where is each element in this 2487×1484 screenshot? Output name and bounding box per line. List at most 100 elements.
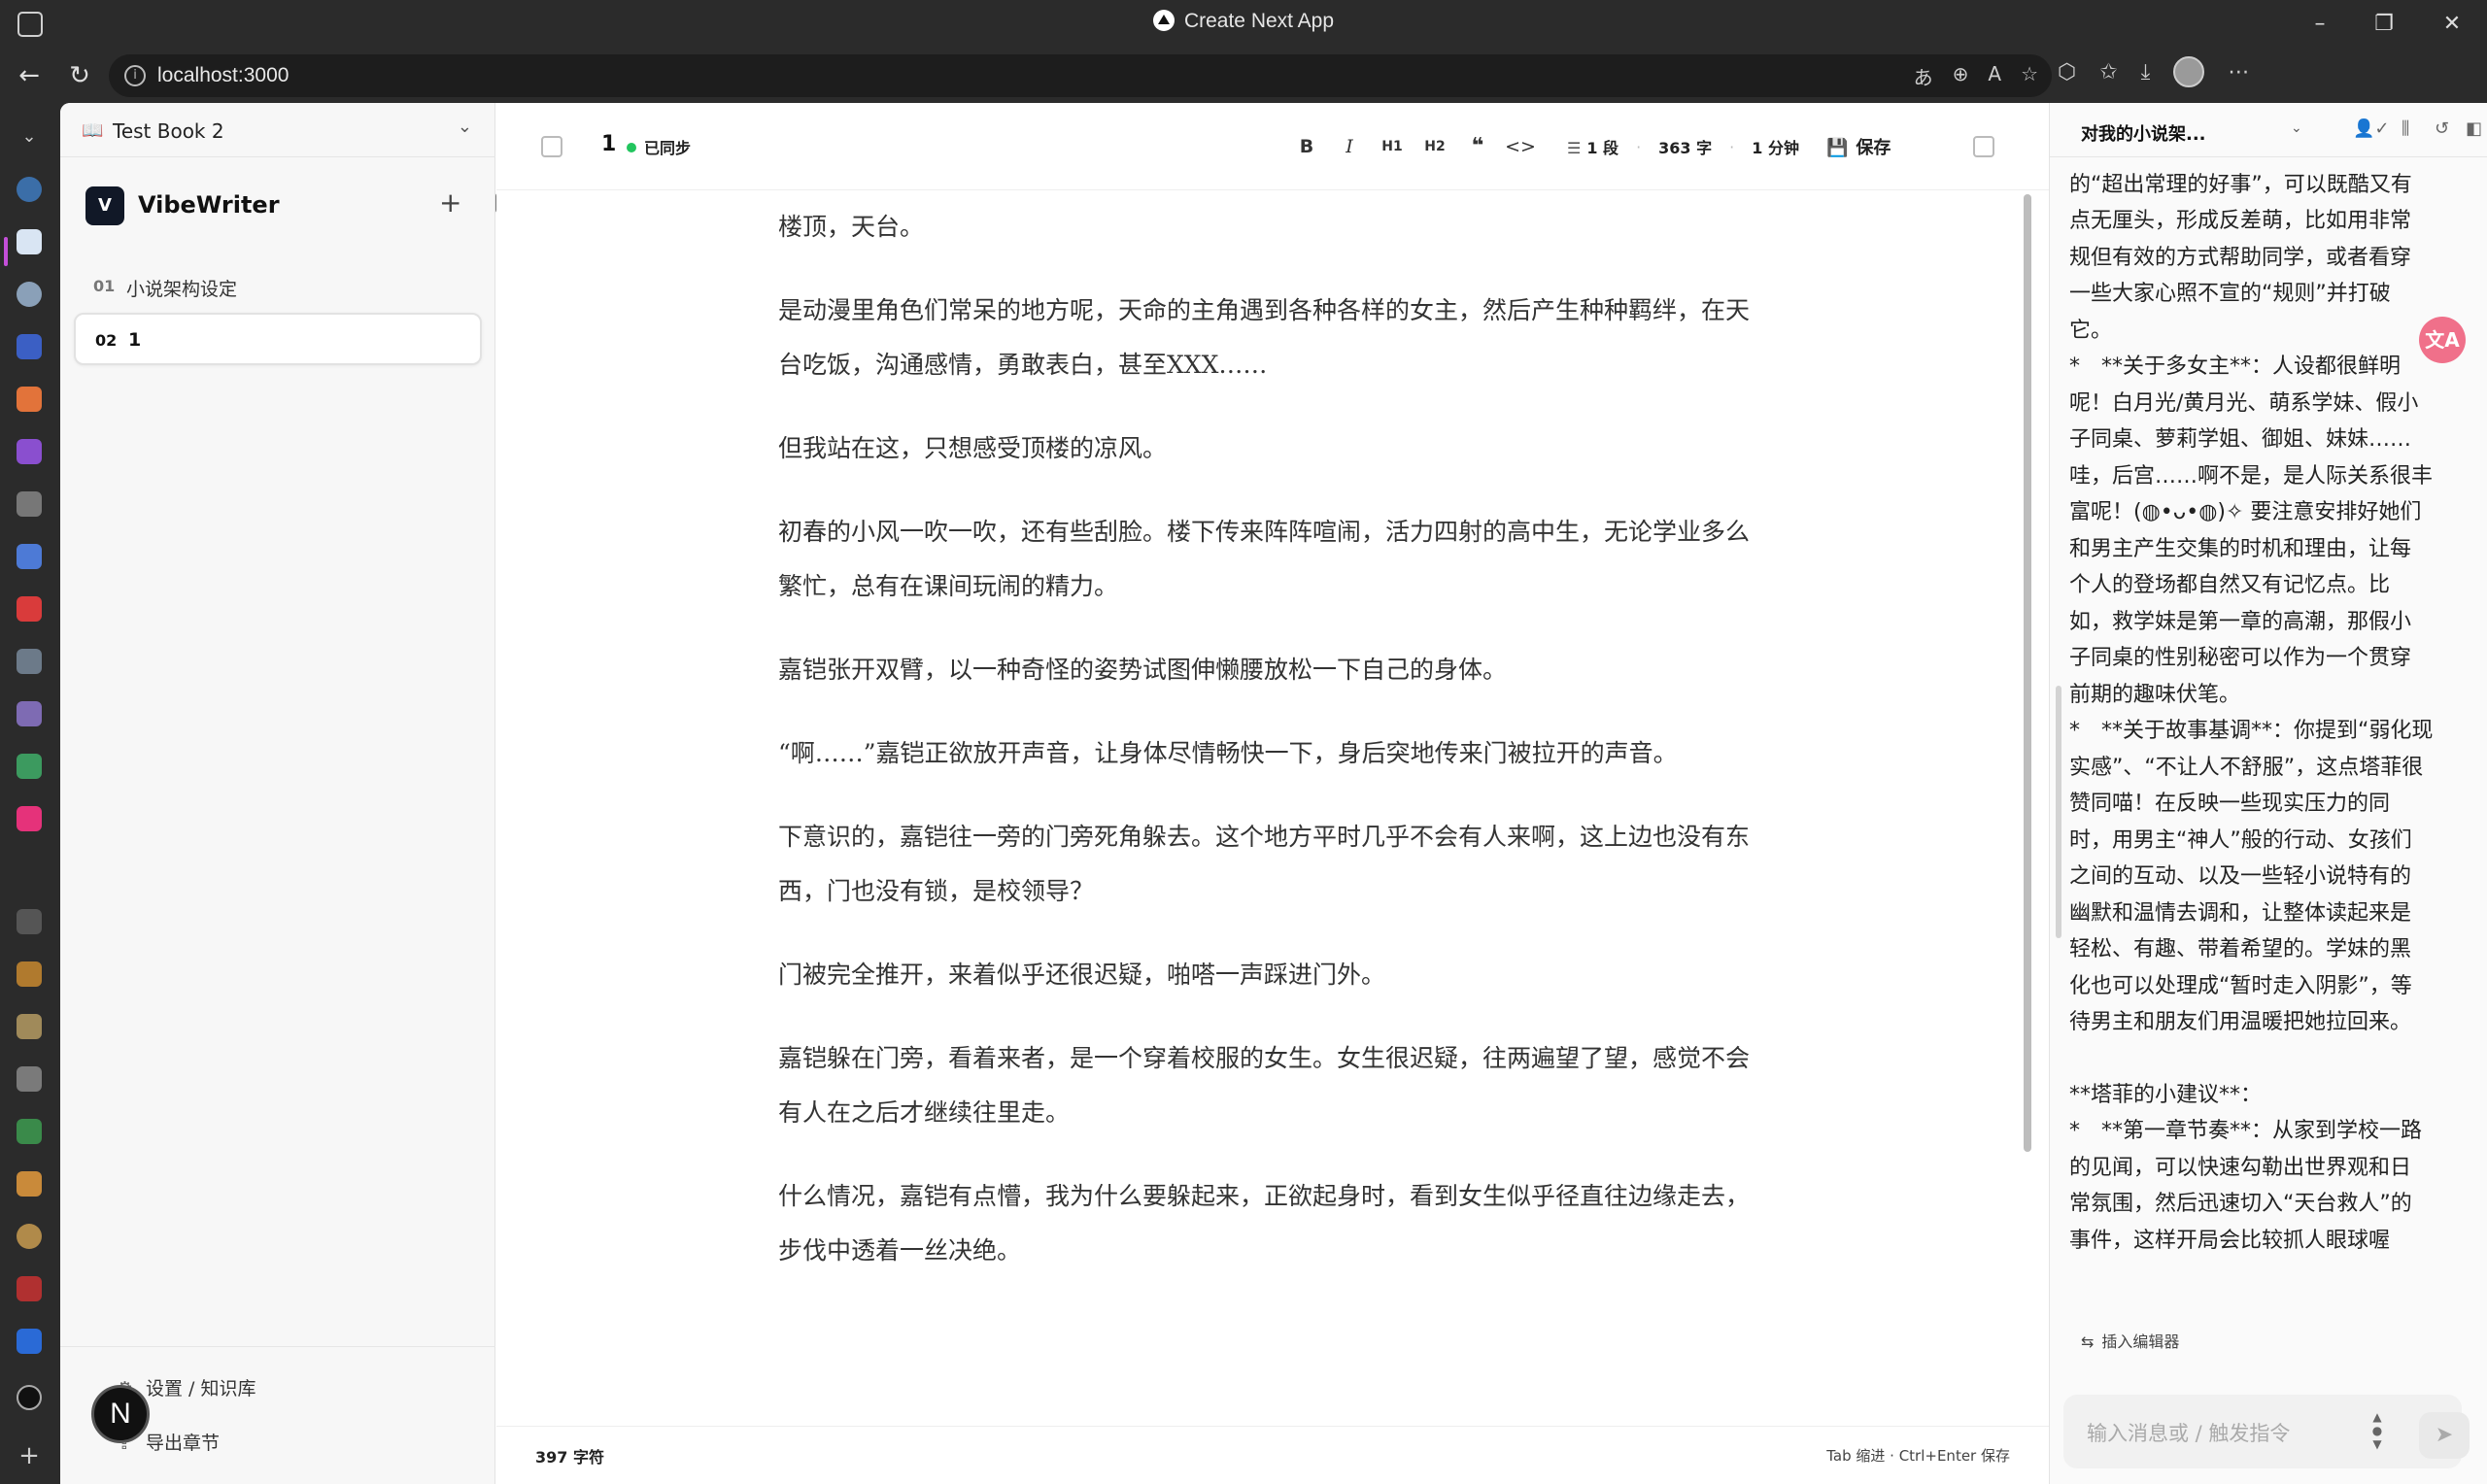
paragraph[interactable]: 下意识的，嘉铠往一旁的门旁死角躲去。这个地方平时几乎不会有人来啊，这上边也没有东… bbox=[778, 810, 1759, 919]
paragraph[interactable]: 嘉铠躲在门旁，看着来者，是一个穿着校服的女生。女生很迟疑，往两遍望了望，感觉不会… bbox=[778, 1031, 1759, 1140]
italic-button[interactable]: I bbox=[1328, 127, 1371, 166]
panel-toggle-icon[interactable]: ◧ bbox=[2466, 118, 2482, 139]
chapter-item-active[interactable]: 02 1 bbox=[74, 313, 482, 365]
paragraph[interactable]: “啊……”嘉铠正欲放开声音，让身体尽情畅快一下，身后突地传来门被拉开的声音。 bbox=[778, 726, 1759, 781]
heading1-button[interactable]: H1 bbox=[1371, 127, 1414, 166]
sidebar-app-icon[interactable] bbox=[17, 544, 42, 569]
downloads-icon[interactable]: ⤓ bbox=[2141, 60, 2151, 84]
extensions-icon[interactable]: ⬡ bbox=[2058, 60, 2076, 84]
site-info-icon[interactable]: i bbox=[124, 65, 146, 86]
word-count: 363 字 bbox=[1658, 139, 1713, 157]
restore-icon[interactable]: ❐ bbox=[2363, 8, 2405, 41]
chat-title[interactable]: 对我的小说架... bbox=[2081, 120, 2206, 146]
sidebar-app-icon[interactable] bbox=[17, 334, 42, 359]
read-aloud-icon[interactable]: A bbox=[1988, 62, 2001, 90]
editor-scrollbar[interactable] bbox=[2024, 194, 2031, 1152]
close-icon[interactable]: ✕ bbox=[2431, 8, 2473, 41]
sidebar-app-icon[interactable] bbox=[17, 701, 42, 726]
chat-line: 规但有效的方式帮助同学，或者看穿 bbox=[2069, 245, 2412, 270]
sidebar-app-icon[interactable] bbox=[17, 1171, 42, 1197]
paragraph[interactable]: 嘉铠张开双臂，以一种奇怪的姿势试图伸懒腰放松一下自己的身体。 bbox=[778, 643, 1759, 697]
translate-page-icon[interactable]: あ bbox=[1914, 62, 1933, 90]
send-icon: ➤ bbox=[2435, 1423, 2454, 1447]
chat-line: 前期的趣味伏笔。 bbox=[2069, 682, 2241, 707]
sidebar-app-icon[interactable] bbox=[17, 491, 42, 517]
book-selector[interactable]: 📖 Test Book 2 ⌄ bbox=[60, 103, 495, 157]
chat-line: * **关于多女主**：人设都很鲜明 bbox=[2069, 354, 2402, 379]
brand-logo: V bbox=[85, 186, 124, 225]
persona-check-icon[interactable]: 👤✓ bbox=[2353, 118, 2390, 139]
favorite-star-icon[interactable]: ☆ bbox=[2021, 62, 2038, 90]
editor-content[interactable]: 楼顶，天台。 是动漫里角色们常呆的地方呢，天命的主角遇到各种各样的女主，然后产生… bbox=[778, 200, 1759, 1484]
paragraph[interactable]: 但我站在这，只想感受顶楼的凉风。 bbox=[778, 422, 1759, 476]
sidebar-app-icon[interactable] bbox=[17, 1119, 42, 1144]
quote-button[interactable]: ❝ bbox=[1456, 127, 1499, 166]
chat-scrollbar[interactable] bbox=[2056, 686, 2061, 938]
insert-to-editor-button[interactable]: ⇆ 插入编辑器 bbox=[2081, 1329, 2179, 1352]
chat-line: 待男主和朋友们用温暖把她拉回来。 bbox=[2069, 1010, 2412, 1034]
url-text[interactable]: localhost:3000 bbox=[157, 64, 289, 87]
sidebar-app-icon[interactable] bbox=[17, 387, 42, 412]
sidebar-app-icon[interactable] bbox=[17, 177, 42, 202]
back-icon[interactable]: ← bbox=[10, 58, 49, 93]
list-icon: ☰ bbox=[1567, 139, 1582, 157]
sidebar-app-icon[interactable] bbox=[17, 754, 42, 779]
sidebar-app-icon[interactable] bbox=[17, 229, 42, 254]
sidebar-app-icon[interactable] bbox=[17, 961, 42, 987]
library-icon[interactable]: ⫼ bbox=[2402, 118, 2409, 139]
more-menu-icon[interactable]: ⋯ bbox=[2228, 60, 2249, 84]
url-field[interactable]: i localhost:3000 あ ⊕ A ☆ bbox=[109, 54, 2052, 97]
toggle-left-sidebar-icon[interactable] bbox=[541, 136, 562, 157]
chevron-down-icon[interactable]: ⌄ bbox=[17, 126, 42, 152]
favorites-icon[interactable]: ✩ bbox=[2099, 60, 2117, 84]
sidebar-app-icon[interactable] bbox=[17, 1014, 42, 1039]
format-toolbar: B I H1 H2 ❝ <> ☰ 1 段 · 363 字 · 1 分钟 💾 保存 bbox=[1285, 122, 2064, 171]
sidebar-app-icon[interactable] bbox=[17, 596, 42, 622]
minimize-icon[interactable]: – bbox=[2299, 8, 2341, 41]
sidebar-app-icon[interactable] bbox=[17, 1329, 42, 1354]
sidebar-app-icon[interactable] bbox=[17, 909, 42, 934]
paragraph[interactable]: 楼顶，天台。 bbox=[778, 200, 1759, 254]
reload-icon[interactable]: ↻ bbox=[60, 58, 99, 93]
chat-line: 之间的互动、以及一些轻小说特有的 bbox=[2069, 864, 2412, 889]
paragraph[interactable]: 是动漫里角色们常呆的地方呢，天命的主角遇到各种各样的女主，然后产生种种羁绊，在天… bbox=[778, 284, 1759, 392]
sidebar-app-icon[interactable] bbox=[17, 439, 42, 464]
editor-panel: 1 已同步 B I H1 H2 ❝ <> ☰ 1 段 · 363 字 · 1 分钟… bbox=[496, 103, 2049, 1484]
chapter-item[interactable]: 01 小说架构设定 bbox=[74, 260, 482, 313]
chevron-down-icon[interactable]: ⌄ bbox=[2291, 120, 2302, 136]
paragraph[interactable]: 门被完全推开，来着似乎还很迟疑，啪嗒一声踩进门外。 bbox=[778, 948, 1759, 1002]
toggle-right-panel-icon[interactable] bbox=[1973, 136, 1994, 157]
chat-panel: 力，让读者和男主一起“觉醒”。他做的“超出常理的好事”，可以既酷又有点无厘头，形… bbox=[2049, 103, 2487, 1484]
history-icon[interactable]: ↺ bbox=[2435, 118, 2449, 139]
profile-avatar[interactable] bbox=[2173, 56, 2205, 87]
bold-button[interactable]: B bbox=[1285, 127, 1328, 166]
add-chapter-button[interactable]: + bbox=[439, 186, 461, 219]
translate-float-icon[interactable]: 文A bbox=[2419, 317, 2466, 363]
sidebar-app-icon[interactable] bbox=[17, 1066, 42, 1092]
chat-message: 力，让读者和男主一起“觉醒”。他做的“超出常理的好事”，可以既酷又有点无厘头，形… bbox=[2069, 157, 2458, 1430]
sidebar-app-icon[interactable] bbox=[17, 1276, 42, 1301]
save-label: 保存 bbox=[1856, 138, 1891, 158]
send-button[interactable]: ➤ bbox=[2419, 1412, 2470, 1459]
nextjs-dev-badge[interactable]: N bbox=[91, 1385, 150, 1443]
sidebar-app-icon[interactable] bbox=[17, 806, 42, 831]
sidebar-app-icon[interactable] bbox=[17, 649, 42, 674]
paragraph[interactable]: 初春的小风一吹一吹，还有些刮脸。楼下传来阵阵喧闹，活力四射的高中生，无论学业多么… bbox=[778, 505, 1759, 614]
heading2-button[interactable]: H2 bbox=[1414, 127, 1456, 166]
chevron-down-icon[interactable]: ⌄ bbox=[458, 117, 472, 137]
chapter-number: 01 bbox=[93, 277, 116, 295]
save-button[interactable]: 💾 保存 bbox=[1826, 134, 1891, 159]
sidebar-app-icon[interactable] bbox=[17, 1224, 42, 1249]
sidebar-app-icon[interactable] bbox=[17, 282, 42, 307]
paragraph[interactable]: 什么情况，嘉铠有点懵，我为什么要躲起来，正欲起身时，看到女生似乎径直往边缘走去，… bbox=[778, 1169, 1759, 1278]
export-label: 导出章节 bbox=[146, 1433, 221, 1454]
chat-line: 的“超出常理的好事”，可以既酷又有 bbox=[2069, 172, 2412, 197]
chat-input[interactable]: 输入消息或 / 触发指令 ▲ ● ▼ bbox=[2063, 1395, 2462, 1468]
zoom-icon[interactable]: ⊕ bbox=[1953, 62, 1969, 90]
code-button[interactable]: <> bbox=[1499, 127, 1542, 166]
input-scroll-icon[interactable]: ▲ ● ▼ bbox=[2370, 1410, 2384, 1453]
brand-header: V VibeWriter + bbox=[85, 183, 519, 229]
sidebar-app-icon[interactable] bbox=[17, 1385, 42, 1410]
chat-line: 呢！白月光/黄月光、萌系学妹、假小 bbox=[2069, 390, 2419, 416]
add-sidebar-app-icon[interactable]: + bbox=[17, 1443, 42, 1468]
